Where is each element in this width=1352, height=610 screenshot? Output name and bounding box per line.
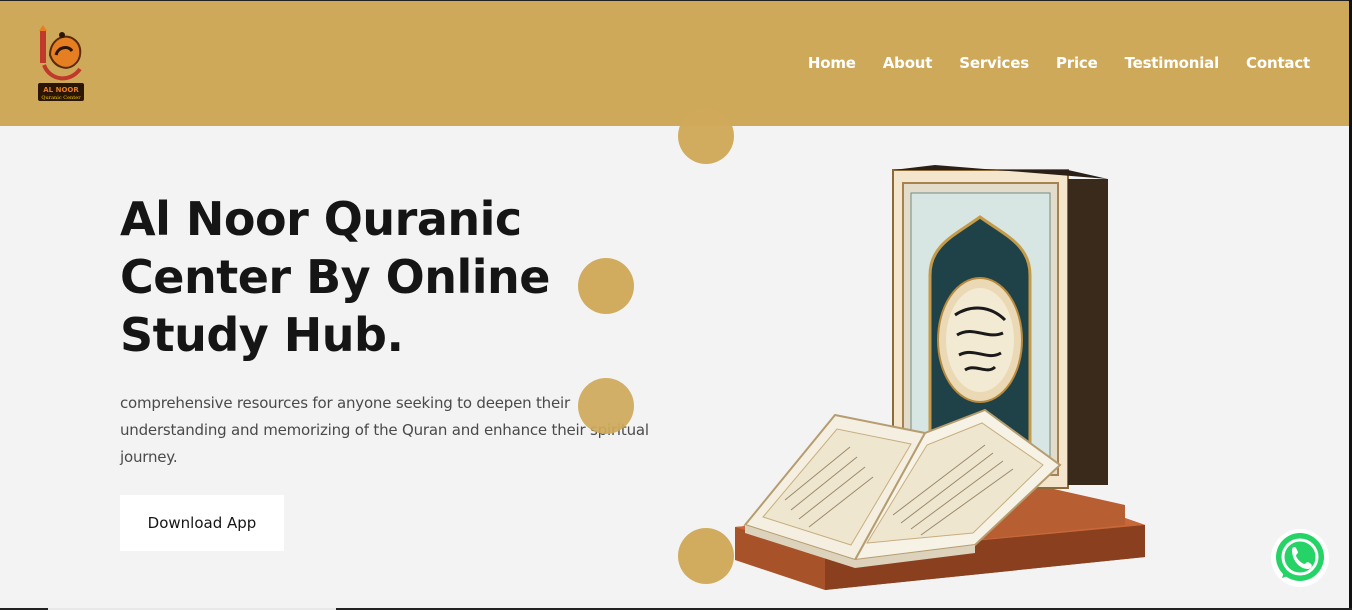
mosque-calligraphy-icon: AL NOOR Quranic Center xyxy=(38,25,84,101)
hero-title: Al Noor Quranic Center By Online Study H… xyxy=(120,192,551,362)
nav-services[interactable]: Services xyxy=(959,54,1029,72)
nav-price[interactable]: Price xyxy=(1056,54,1098,72)
quran-book-illustration xyxy=(735,165,1145,590)
svg-text:AL NOOR: AL NOOR xyxy=(43,86,79,94)
site-logo[interactable]: AL NOOR Quranic Center xyxy=(36,25,86,103)
whatsapp-icon xyxy=(1271,529,1329,587)
nav-about[interactable]: About xyxy=(883,54,933,72)
nav-home[interactable]: Home xyxy=(808,54,856,72)
nav-contact[interactable]: Contact xyxy=(1246,54,1310,72)
whatsapp-button[interactable] xyxy=(1270,528,1330,588)
download-app-button[interactable]: Download App xyxy=(120,495,284,551)
nav-testimonial[interactable]: Testimonial xyxy=(1125,54,1220,72)
main-nav: Home About Services Price Testimonial Co… xyxy=(781,54,1310,72)
site-header: AL NOOR Quranic Center Home About Servic… xyxy=(0,1,1352,126)
decorative-dot xyxy=(578,378,634,434)
decorative-dot xyxy=(578,258,634,314)
svg-text:Quranic Center: Quranic Center xyxy=(41,95,81,101)
decorative-dot xyxy=(678,108,734,164)
